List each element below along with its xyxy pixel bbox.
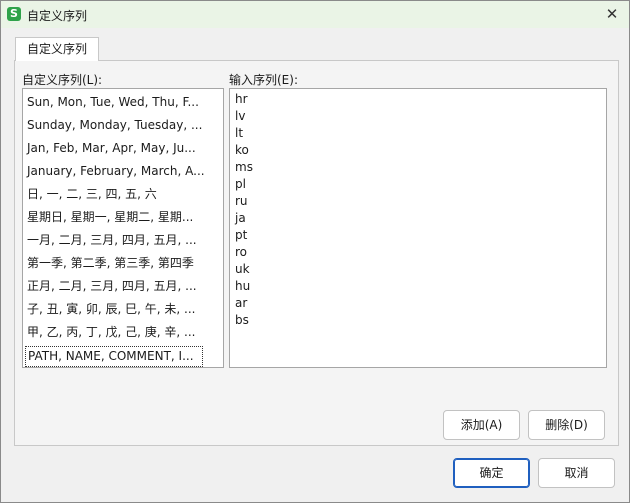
sequence-line: uk xyxy=(235,262,250,276)
list-item[interactable]: 第一季, 第二季, 第三季, 第四季 xyxy=(23,252,207,275)
sequence-line: ms xyxy=(235,160,253,174)
list-item[interactable]: Sunday, Monday, Tuesday, ... xyxy=(23,114,207,137)
delete-button[interactable]: 删除(D) xyxy=(528,410,605,440)
sequence-line: ro xyxy=(235,245,248,259)
list-item[interactable]: 一月, 二月, 三月, 四月, 五月, ... xyxy=(23,229,207,252)
list-item[interactable]: PATH, NAME, COMMENT, I... xyxy=(25,346,203,367)
sequence-line: ru xyxy=(235,194,248,208)
close-icon[interactable]: ✕ xyxy=(599,3,625,25)
window-title: 自定义序列 xyxy=(27,9,88,23)
sequence-line: bs xyxy=(235,313,249,327)
add-button[interactable]: 添加(A) xyxy=(443,410,520,440)
list-item[interactable]: 正月, 二月, 三月, 四月, 五月, ... xyxy=(23,275,207,298)
title-bar: S 自定义序列 ✕ xyxy=(1,1,629,28)
custom-sequence-list[interactable]: Sun, Mon, Tue, Wed, Thu, F... Sunday, Mon… xyxy=(22,88,224,368)
sequence-line: pt xyxy=(235,228,248,242)
sequence-line: hu xyxy=(235,279,251,293)
list-item[interactable]: 日, 一, 二, 三, 四, 五, 六 xyxy=(23,183,207,206)
list-item[interactable]: Sun, Mon, Tue, Wed, Thu, F... xyxy=(23,91,207,114)
app-logo-icon: S xyxy=(7,7,21,21)
sequence-line: hr xyxy=(235,92,248,106)
list-item[interactable]: 星期日, 星期一, 星期二, 星期... xyxy=(23,206,207,229)
sequence-line: pl xyxy=(235,177,246,191)
sequence-line: ar xyxy=(235,296,248,310)
sequence-line: lv xyxy=(235,109,246,123)
list-item[interactable]: 子, 丑, 寅, 卯, 辰, 巳, 午, 未, ... xyxy=(23,298,207,321)
sequence-line: ko xyxy=(235,143,249,157)
cancel-button[interactable]: 取消 xyxy=(538,458,615,488)
list-item[interactable]: 甲, 乙, 丙, 丁, 戊, 己, 庚, 辛, ... xyxy=(23,321,207,344)
list-item[interactable]: January, February, March, A... xyxy=(23,160,207,183)
custom-sequence-label: 自定义序列(L): xyxy=(22,73,103,87)
list-item[interactable]: Jan, Feb, Mar, Apr, May, Ju... xyxy=(23,137,207,160)
input-sequence-label: 输入序列(E): xyxy=(229,73,298,87)
ok-button[interactable]: 确定 xyxy=(453,458,530,488)
input-sequence-textarea[interactable]: hr lv lt ko ms pl ru ja pt ro uk hu ar bs xyxy=(229,88,607,368)
sequence-line: ja xyxy=(235,211,246,225)
tab-custom-sequence[interactable]: 自定义序列 xyxy=(15,37,99,61)
sequence-line: lt xyxy=(235,126,244,140)
